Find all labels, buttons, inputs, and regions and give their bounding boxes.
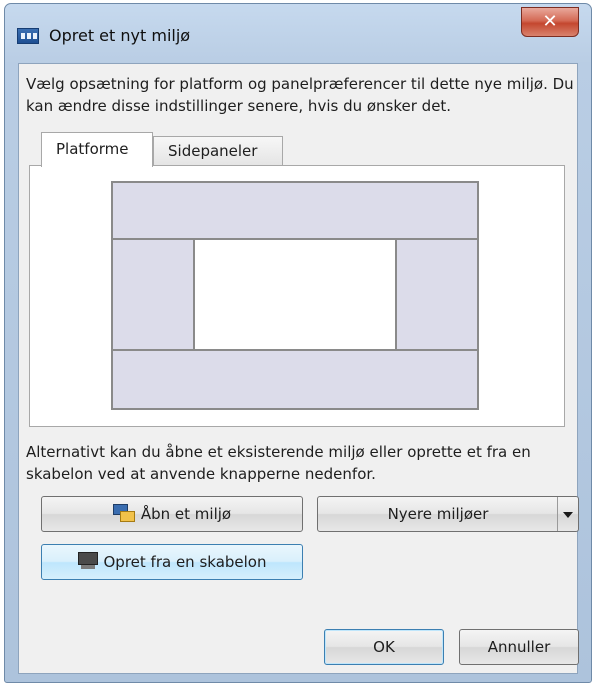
alternative-text: Alternativt kan du åbne et eksisterende … [26,443,531,483]
preview-top-panel [111,181,479,240]
intro-text: Vælg opsætning for platform og panelpræf… [26,75,574,115]
recent-environments-label: Nyere miljøer [387,505,489,523]
dropdown-arrow-icon[interactable] [557,497,578,531]
app-icon [17,28,39,44]
tab-sidepaneler[interactable]: Sidepaneler [153,136,283,166]
layout-preview [111,181,479,410]
dialog-client-area: Vælg opsætning for platform og panelpræf… [18,63,579,674]
close-icon: ✕ [542,11,558,32]
recent-environments-dropdown[interactable]: Nyere miljøer [317,496,579,532]
title-bar[interactable]: Opret et nyt miljø [5,4,591,66]
create-from-template-label: Opret fra en skabelon [103,553,267,571]
preview-right-panel [395,238,479,351]
open-folder-icon [112,503,135,522]
ok-button[interactable]: OK [324,629,444,665]
cancel-button[interactable]: Annuller [459,629,579,665]
preview-main-area [193,238,397,351]
platform-tab-panel [29,165,565,427]
dialog-window: Opret et nyt miljø ✕ Vælg opsætning for … [4,3,592,683]
open-environment-label: Åbn et miljø [140,505,232,523]
preview-left-panel [111,238,195,351]
create-from-template-button[interactable]: Opret fra en skabelon [41,544,303,580]
open-environment-button[interactable]: Åbn et miljø [41,496,303,532]
window-title: Opret et nyt miljø [49,26,191,45]
preview-bottom-panel [111,349,479,410]
tab-platforme[interactable]: Platforme [41,132,153,167]
close-button[interactable]: ✕ [521,7,579,37]
template-monitor-icon [77,551,98,570]
